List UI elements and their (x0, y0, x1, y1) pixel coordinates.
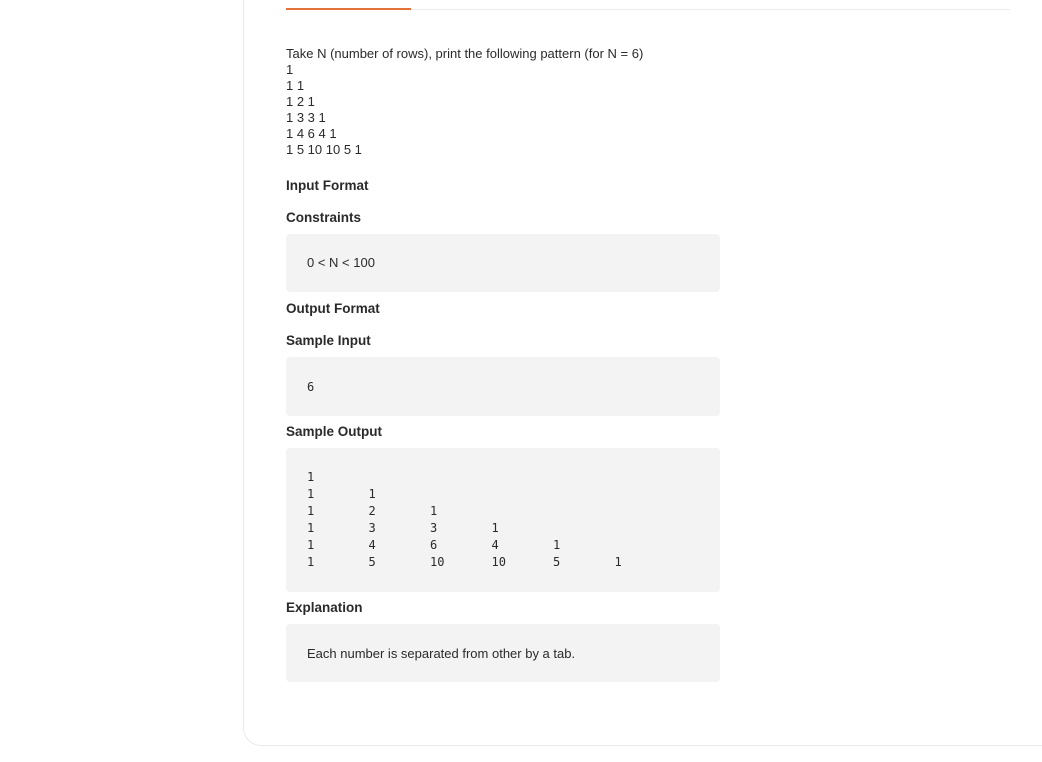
pattern-example: 1 1 1 1 2 1 1 3 3 1 1 4 6 4 1 1 5 10 10 … (286, 62, 720, 158)
sample-output-cell: 1 (307, 487, 315, 501)
sample-output-cell: 1 (307, 538, 315, 552)
sample-output-row: 1 (307, 469, 699, 486)
pattern-line: 1 4 6 4 1 (286, 126, 337, 141)
pattern-line: 1 (286, 62, 294, 77)
sample-output-cell: 4 (368, 538, 376, 552)
sample-output-cell: 1 (307, 470, 315, 484)
constraints-heading: Constraints (286, 210, 362, 225)
sample-output-cell: 10 (491, 555, 506, 569)
output-format-heading: Output Format (286, 301, 380, 316)
constraints-text: 0 < N < 100 (307, 255, 375, 270)
pattern-line: 1 1 (286, 78, 305, 93)
pattern-line: 1 5 10 10 5 1 (286, 142, 362, 157)
sample-input-value: 6 (307, 380, 315, 394)
sample-output-heading: Sample Output (286, 424, 383, 439)
input-format-heading: Input Format (286, 178, 369, 193)
sample-output-cell: 1 (307, 555, 315, 569)
sample-output-cell: 1 (491, 521, 499, 535)
sample-output-cell: 1 (553, 538, 561, 552)
sample-output-row: 1 3 3 1 (307, 520, 699, 537)
problem-description: Take N (number of rows), print the follo… (286, 46, 644, 61)
pattern-line: 1 3 3 1 (286, 110, 326, 125)
sample-output-grid: 1 1 1 1 2 1 1 3 3 1 1 4 6 4 1 1 5 10 10 5 1 (307, 469, 699, 571)
sample-output-cell: 2 (368, 504, 376, 518)
explanation-text: Each number is separated from other by a… (307, 646, 576, 661)
sample-output-cell: 6 (430, 538, 438, 552)
sample-output-cell: 5 (368, 555, 376, 569)
constraints-box: 0 < N < 100 (286, 234, 720, 292)
sample-output-cell: 1 (307, 521, 315, 535)
problem-content: Take N (number of rows), print the follo… (286, 46, 720, 682)
sample-output-cell: 4 (491, 538, 499, 552)
sample-output-cell: 1 (307, 504, 315, 518)
sample-output-cell: 1 (430, 504, 438, 518)
sample-output-row: 1 2 1 (307, 503, 699, 520)
sample-output-row: 1 4 6 4 1 (307, 537, 699, 554)
explanation-heading: Explanation (286, 600, 363, 615)
active-tab-indicator (286, 8, 411, 10)
sample-output-cell: 5 (553, 555, 561, 569)
sample-output-box: 1 1 1 1 2 1 1 3 3 1 1 4 6 4 1 1 5 10 10 5 1 (286, 448, 720, 592)
sample-output-row: 1 5 10 10 5 1 (307, 554, 699, 571)
sample-input-heading: Sample Input (286, 333, 371, 348)
sample-output-cell: 3 (368, 521, 376, 535)
sample-input-box: 6 (286, 357, 720, 416)
sample-output-cell: 3 (430, 521, 438, 535)
pattern-line: 1 2 1 (286, 94, 315, 109)
sample-output-row: 11 (307, 486, 699, 503)
sample-output-cell: 1 (368, 487, 376, 501)
explanation-box: Each number is separated from other by a… (286, 624, 720, 682)
sample-output-cell: 1 (614, 555, 622, 569)
sample-output-cell: 10 (430, 555, 445, 569)
